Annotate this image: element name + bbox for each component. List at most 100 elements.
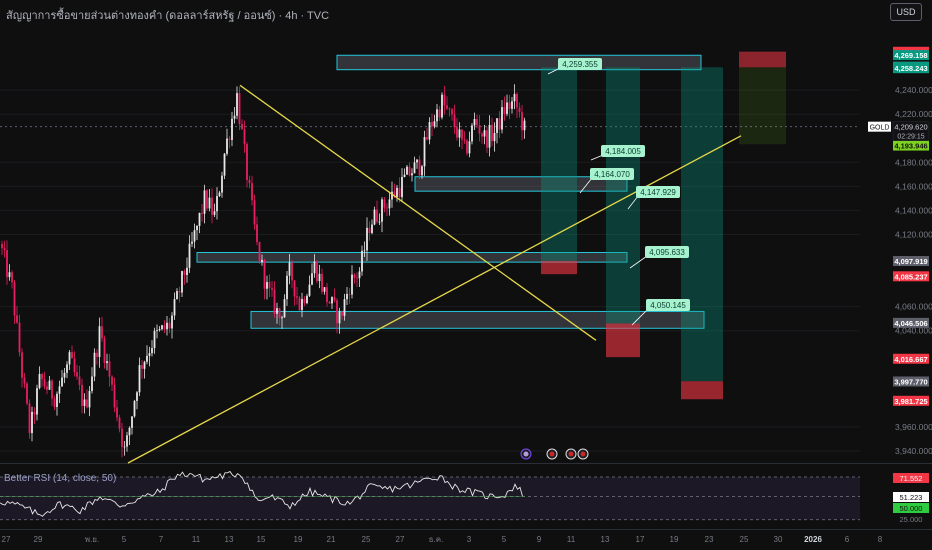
candle-body [288,262,291,276]
candle-body [76,372,78,377]
candle-body [491,124,493,142]
time-tick-label: 25 [740,535,749,544]
candle-body [198,212,201,226]
candle-body [141,365,143,369]
candle-body [23,377,26,384]
time-tick-label: พ.ย. [85,535,99,544]
candle-body [248,180,251,184]
candle-body [298,297,301,310]
candle-body [436,109,438,122]
candle-body [18,322,21,353]
candle-body [3,248,6,251]
candle-body [31,411,33,434]
candle-body [228,138,231,140]
candle-body [58,386,61,394]
candle-body [346,293,348,300]
candle-body [103,338,106,364]
candle-body [513,93,516,102]
candle-body [496,118,498,133]
currency-button[interactable]: USD [890,3,922,21]
price-tag-label: 4,046.506 [894,319,927,328]
candle-body [301,299,303,310]
candle-body [168,322,171,329]
price-tick-label: 3,940.000 [895,446,932,456]
candle-body [171,315,173,329]
candle-body [391,191,393,200]
candle-body [306,295,308,304]
time-tick-label: 23 [705,535,714,544]
candle-body [116,407,118,418]
candle-body [488,124,491,148]
price-chart[interactable]: 4,259.355 4,184.005 4,164.070 4,147.929 4,09… [0,0,932,550]
candle-body [241,123,243,130]
rsi-tag-label: 25.000 [900,515,923,524]
candle-body [98,326,101,357]
candle-body [96,352,98,357]
candle-body [286,275,288,300]
callout-label: 4,050.145 [650,301,686,310]
candle-body [156,330,158,331]
candle-body [221,175,223,193]
candle-body [503,107,506,114]
candle-body [191,241,193,244]
time-tick-label: 30 [774,535,783,544]
candle-body [396,187,398,197]
candle-body [173,299,176,316]
price-tick-label: 4,240.000 [895,85,932,95]
time-tick-label: 8 [878,535,883,544]
time-tick-label: 19 [294,535,303,544]
price-tag-label: 4,258.243 [894,64,927,73]
candle-body [311,273,313,285]
event-icon-dot [580,451,586,457]
candle-body [68,352,71,365]
rsi-indicator-title: Better RSI (14, close, 50) [4,473,117,484]
candle-body [408,166,411,176]
time-tick-label: 7 [159,535,164,544]
candle-body [6,250,8,278]
price-tick-label: 4,180.000 [895,157,932,167]
candle-body [213,211,216,215]
candle-body [208,197,211,209]
price-zone [336,54,702,71]
stop-zone [739,51,786,68]
rsi-tag-label: 71.552 [900,474,923,483]
time-tick-label: 13 [601,535,610,544]
candle-body [263,259,266,289]
candle-body [348,293,351,295]
candle-body [181,271,183,293]
time-tick-label: 13 [225,535,234,544]
price-tag-label: 4,097.919 [894,257,927,266]
candle-body [126,435,128,447]
candle-body [343,299,346,316]
candle-body [453,114,456,128]
time-tick-label: 27 [396,535,405,544]
candle-body [318,273,321,282]
candle-body [308,284,311,296]
candle-body [93,352,96,377]
last-price-value: 4,209.620 [894,123,927,132]
price-tag-label: 4,193.946 [894,142,927,151]
candle-body [521,112,523,131]
candle-body [321,273,323,292]
candle-body [118,417,121,429]
candle-body [313,261,316,274]
candle-body [26,383,28,404]
candle-body [153,330,156,349]
chart-background [0,0,932,550]
candle-body [403,174,406,177]
candle-body [368,227,371,233]
candle-body [451,109,453,115]
candle-body [8,272,11,278]
candle-body [386,207,388,209]
time-tick-label: 2026 [804,535,822,544]
candle-body [406,166,408,175]
candle-body [113,384,116,408]
candle-body [333,297,336,301]
candle-body [326,287,328,302]
candle-body [493,132,496,142]
candle-body [361,250,363,272]
candle-body [303,299,306,304]
candle-body [161,325,163,330]
candle-body [466,140,468,154]
candle-body [351,274,353,295]
